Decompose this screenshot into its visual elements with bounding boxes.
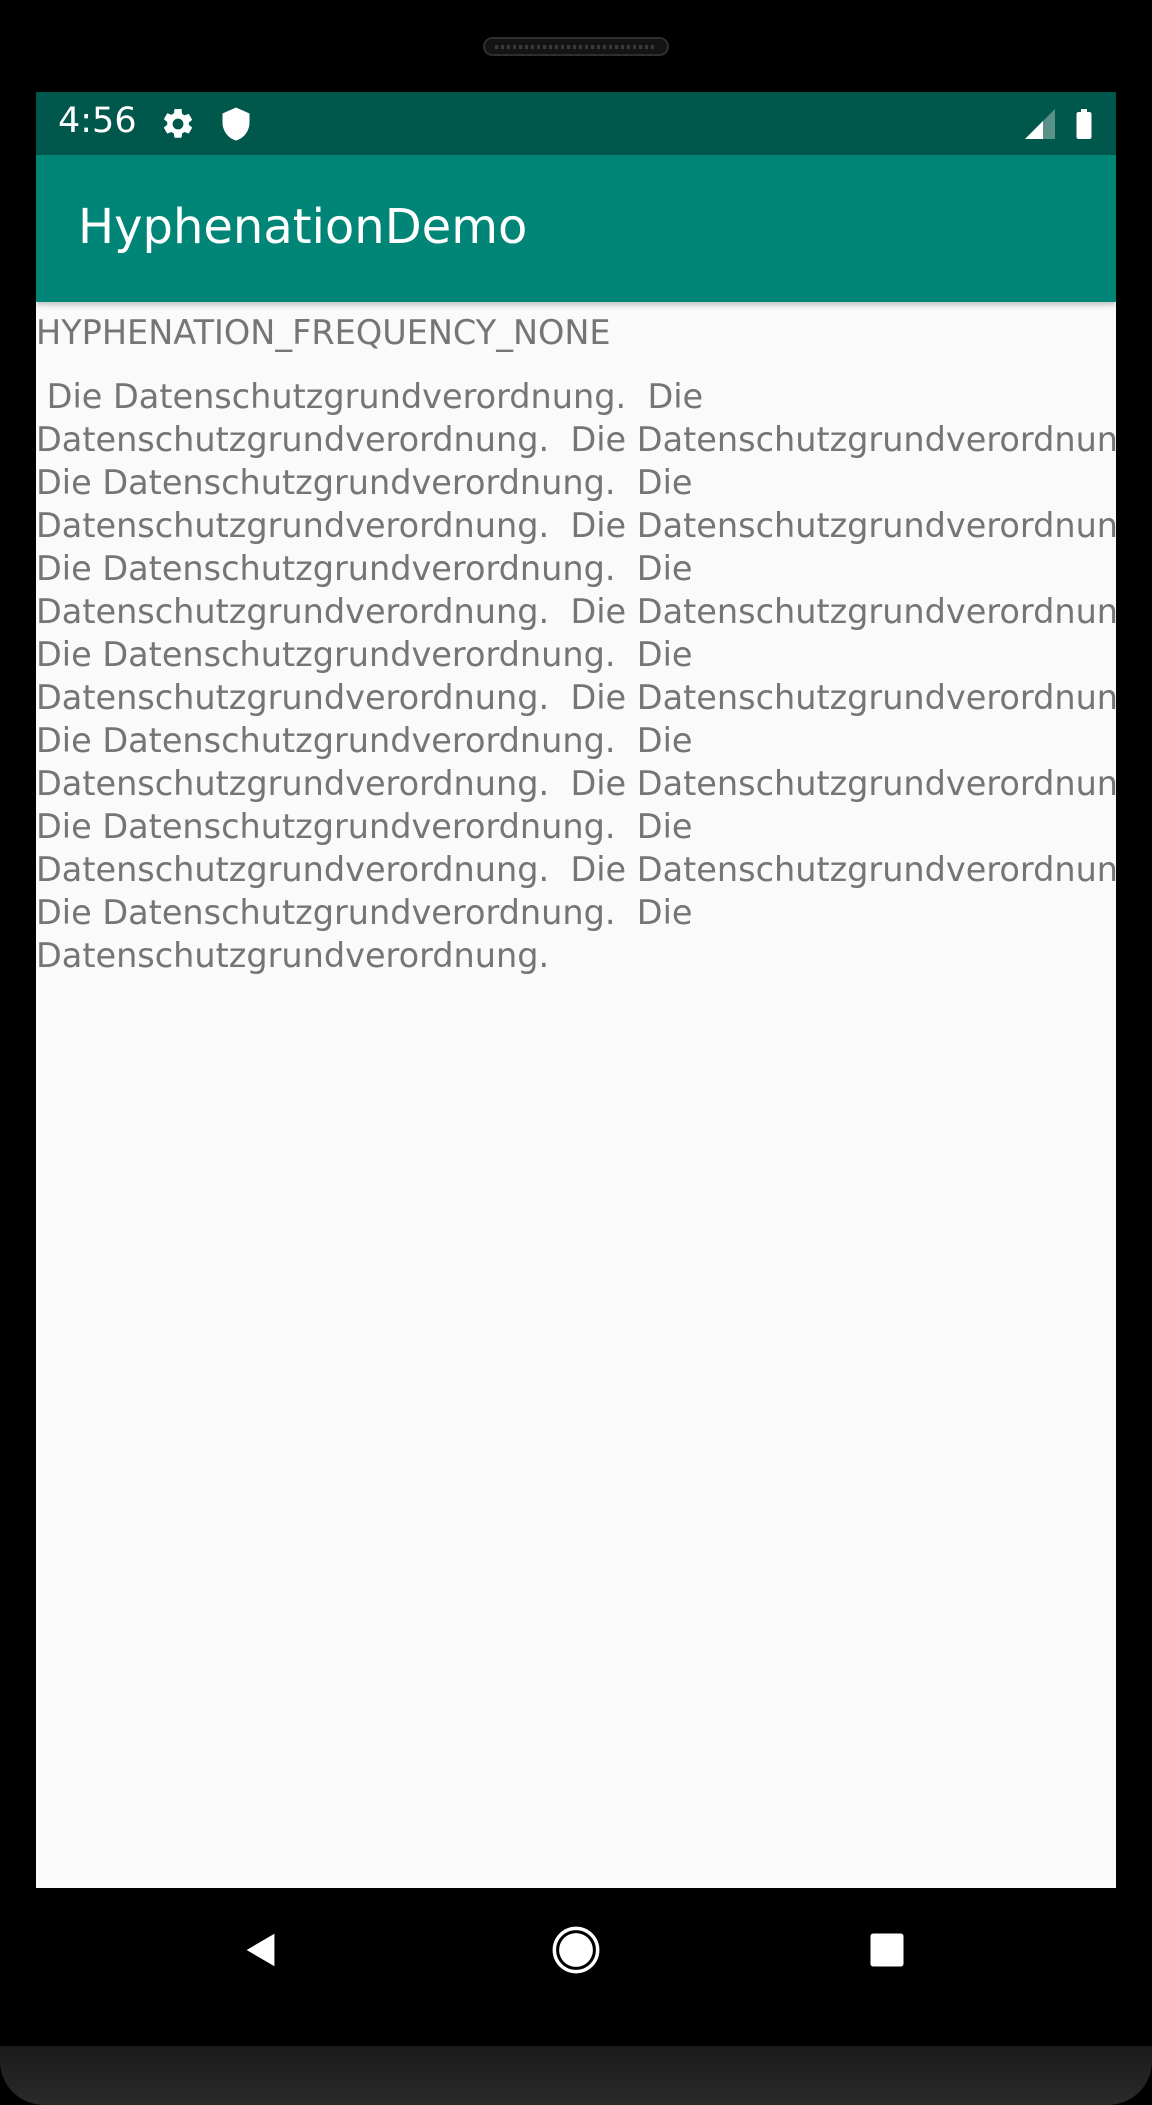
home-icon[interactable] [536,1910,616,1990]
device-bottom-edge [0,2046,1152,2105]
text-line: Die Datenschutzgrundverordnung. Die [36,807,693,846]
back-icon[interactable] [221,1910,301,1990]
text-line: Datenschutzgrundverordnung. Die Datensch… [36,850,1116,889]
app-bar: HyphenationDemo [36,155,1116,302]
text-line: Datenschutzgrundverordnung. Die Datensch… [36,764,1116,803]
navigation-bar [0,1888,1152,2012]
text-line: Datenschutzgrundverordnung. Die Datensch… [36,420,1116,459]
status-time: 4:56 [58,101,137,141]
settings-gear-icon [160,106,196,142]
hyphenation-frequency-label: HYPHENATION_FREQUENCY_NONE [36,313,611,352]
text-line: Datenschutzgrundverordnung. Die Datensch… [36,592,1116,631]
screen: 4:56 HyphenationDemo HYPHENATION_FREQUEN… [36,92,1116,1888]
text-line: Die Datenschutzgrundverordnung. Die [36,377,704,416]
text-line: Die Datenschutzgrundverordnung. Die [36,721,693,760]
shield-icon [218,106,254,142]
device-frame: 4:56 HyphenationDemo HYPHENATION_FREQUEN… [0,0,1152,2105]
text-line: Datenschutzgrundverordnung. Die Datensch… [36,678,1116,717]
recents-icon[interactable] [847,1910,927,1990]
text-line: Datenschutzgrundverordnung. [36,936,550,975]
app-title: HyphenationDemo [78,199,528,255]
text-line: Die Datenschutzgrundverordnung. Die [36,463,693,502]
speaker-grille [495,45,657,49]
text-line: Datenschutzgrundverordnung. Die Datensch… [36,506,1116,545]
text-line: Die Datenschutzgrundverordnung. Die [36,549,693,588]
status-bar: 4:56 [36,92,1116,155]
earpiece-speaker [483,37,669,56]
text-line: Die Datenschutzgrundverordnung. Die [36,893,693,932]
battery-icon [1066,106,1102,142]
text-line: Die Datenschutzgrundverordnung. Die [36,635,693,674]
cellular-signal-icon [1022,106,1058,142]
